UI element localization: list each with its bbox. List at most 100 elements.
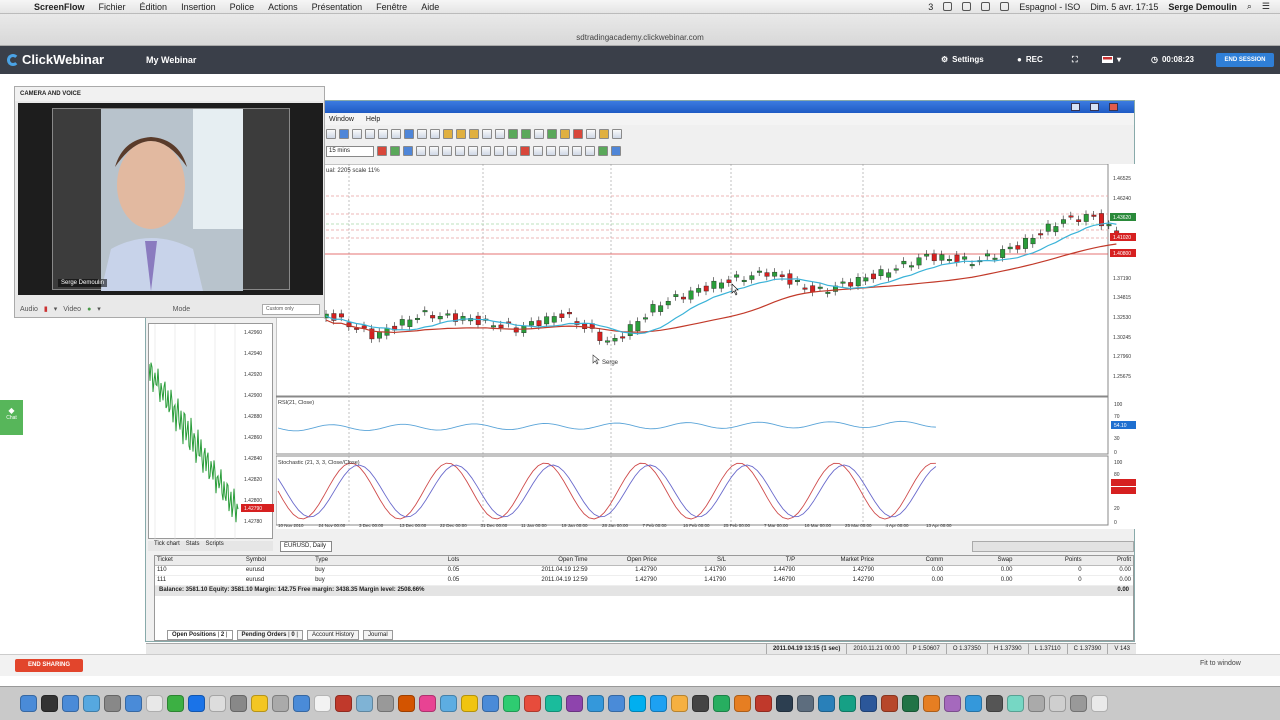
dock-app-icon[interactable] (377, 695, 394, 712)
dock-app-icon[interactable] (209, 695, 226, 712)
col-market-price[interactable]: Market Price (797, 556, 876, 565)
col-profit[interactable]: Profit (1084, 556, 1133, 565)
period-h1-icon[interactable] (585, 146, 595, 156)
minimize-icon[interactable] (1071, 103, 1080, 111)
col-tp[interactable]: T/P (728, 556, 797, 565)
menu-presentation[interactable]: Présentation (312, 2, 363, 12)
end-session-button[interactable]: END SESSION (1216, 53, 1274, 67)
col-open-price[interactable]: Open Price (590, 556, 659, 565)
new-chart-icon[interactable] (326, 129, 336, 139)
chevron-down-icon[interactable]: ▾ (97, 305, 101, 313)
dock-app-icon[interactable] (881, 695, 898, 712)
cursor-icon[interactable] (403, 146, 413, 156)
dock-app-icon[interactable] (482, 695, 499, 712)
chart-shift-icon[interactable] (495, 129, 505, 139)
templates-icon[interactable] (534, 129, 544, 139)
history-icon[interactable] (612, 129, 622, 139)
channel-icon[interactable] (468, 146, 478, 156)
dock-app-icon[interactable] (167, 695, 184, 712)
tab-open-positions[interactable]: Open Positions | 2 | (167, 630, 233, 640)
dock-app-icon[interactable] (797, 695, 814, 712)
alerts-icon[interactable] (573, 129, 583, 139)
url-text[interactable]: sdtradingacademy.clickwebinar.com (0, 33, 1280, 42)
dock-app-icon[interactable] (146, 695, 163, 712)
mode-select[interactable]: Custom only (261, 303, 320, 315)
rec-button[interactable]: ● REC (1017, 55, 1043, 64)
dock-app-icon[interactable] (41, 695, 58, 712)
dock-app-icon[interactable] (20, 695, 37, 712)
tab-stats[interactable]: Stats (186, 541, 200, 551)
dock-app-icon[interactable] (986, 695, 1003, 712)
market-watch-icon[interactable] (352, 129, 362, 139)
settings-button[interactable]: ⚙ Settings (941, 55, 984, 64)
timeframe-select[interactable]: 15 mins (326, 145, 374, 157)
dock-app-icon[interactable] (587, 695, 604, 712)
dock-app-icon[interactable] (566, 695, 583, 712)
tick-chart-panel[interactable]: 1.42960 1.42940 1.42920 1.42900 1.42880 1.428… (148, 323, 274, 540)
dock-app-icon[interactable] (104, 695, 121, 712)
dock-app-icon[interactable] (272, 695, 289, 712)
language-flag-icon[interactable]: ▾ (1102, 55, 1121, 64)
tab-scripts[interactable]: Scripts (205, 541, 223, 551)
person-icon[interactable]: ● (87, 306, 91, 313)
dock-app-icon[interactable] (125, 695, 142, 712)
dock-app-icon[interactable] (608, 695, 625, 712)
dock-app-icon[interactable] (503, 695, 520, 712)
dock-app-icon[interactable] (251, 695, 268, 712)
search-icon[interactable]: ⌕ (1247, 1, 1252, 12)
user-name[interactable]: Serge Demoulin (1168, 2, 1237, 12)
wifi-icon[interactable] (981, 2, 991, 11)
dock-app-icon[interactable] (692, 695, 709, 712)
dock-app-icon[interactable] (1049, 695, 1066, 712)
dock-app-icon[interactable] (839, 695, 856, 712)
status-icon[interactable] (943, 2, 953, 11)
dock-app-icon[interactable] (440, 695, 457, 712)
list-icon[interactable]: ☰ (1262, 1, 1270, 12)
tab-journal[interactable]: Journal (363, 630, 393, 640)
col-symbol[interactable]: Symbol (244, 556, 313, 565)
dock-app-icon[interactable] (398, 695, 415, 712)
label-icon[interactable] (507, 146, 517, 156)
fullscreen-icon[interactable]: ⛶ (1072, 55, 1078, 65)
chat-tab[interactable]: ◆ Chat (0, 400, 23, 435)
menu-fichier[interactable]: Fichier (99, 2, 126, 12)
dock-app-icon[interactable] (62, 695, 79, 712)
email-icon[interactable] (586, 129, 596, 139)
bar-chart-icon[interactable] (443, 129, 453, 139)
keyboard-layout[interactable]: Espagnol - ISO (1019, 2, 1080, 12)
dock-app-icon[interactable] (356, 695, 373, 712)
menu-window[interactable]: Window (329, 116, 354, 123)
dock-app-icon[interactable] (1091, 695, 1108, 712)
end-sharing-button[interactable]: END SHARING (15, 659, 83, 672)
tab-tick-chart[interactable]: Tick chart (154, 541, 180, 551)
period-m1-icon[interactable] (546, 146, 556, 156)
col-lots[interactable]: Lots (372, 556, 461, 565)
menu-insertion[interactable]: Insertion (181, 2, 216, 12)
col-points[interactable]: Points (1014, 556, 1083, 565)
dock-app-icon[interactable] (650, 695, 667, 712)
dock-app-icon[interactable] (734, 695, 751, 712)
dock-app-icon[interactable] (923, 695, 940, 712)
horizontal-line-icon[interactable] (442, 146, 452, 156)
indicators-icon[interactable] (508, 129, 518, 139)
col-type[interactable]: Type (313, 556, 372, 565)
period-m5-icon[interactable] (559, 146, 569, 156)
dock-app-icon[interactable] (293, 695, 310, 712)
menu-help[interactable]: Help (366, 116, 380, 123)
periods-icon[interactable] (521, 129, 531, 139)
volume-icon[interactable] (1000, 2, 1010, 11)
fit-to-window-button[interactable]: Fit to window (1200, 660, 1241, 667)
menu-fenetre[interactable]: Fenêtre (376, 2, 407, 12)
dock-app-icon[interactable] (776, 695, 793, 712)
period-m15-icon[interactable] (572, 146, 582, 156)
col-ticket[interactable]: Ticket (155, 556, 244, 565)
dock-app-icon[interactable] (1007, 695, 1024, 712)
microphone-icon[interactable]: ▮ (44, 305, 48, 313)
dock-app-icon[interactable] (671, 695, 688, 712)
dock-app-icon[interactable] (755, 695, 772, 712)
zoom-out-icon[interactable] (430, 129, 440, 139)
dock-app-icon[interactable] (965, 695, 982, 712)
chevron-down-icon[interactable]: ▾ (54, 305, 58, 313)
dock-app-icon[interactable] (461, 695, 478, 712)
zoom-in-icon[interactable] (417, 129, 427, 139)
